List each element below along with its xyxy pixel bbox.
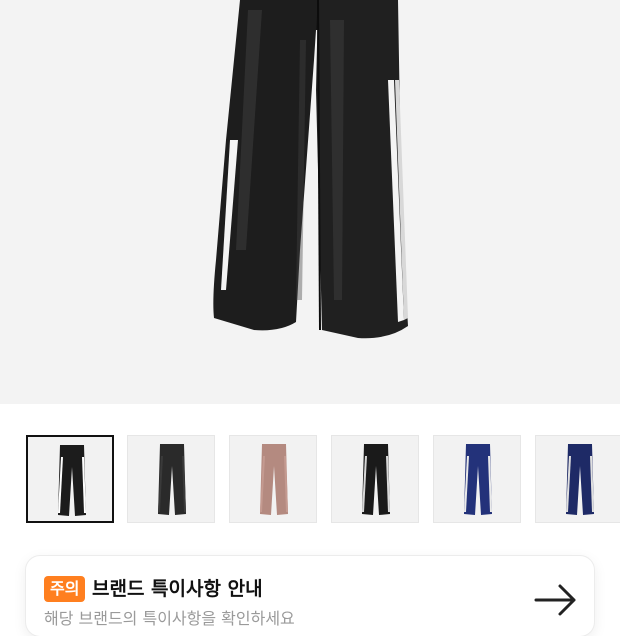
gallery-thumbnail-1[interactable] xyxy=(26,435,114,523)
navy-track-pants-2-thumbnail-image xyxy=(566,444,594,515)
pink-track-pants-thumbnail-image xyxy=(260,444,288,515)
notice-subtitle: 해당 브랜드의 특이사항을 확인하세요 xyxy=(44,609,295,628)
gallery-thumbnail-4[interactable] xyxy=(331,435,419,523)
gallery-thumbnail-2[interactable] xyxy=(127,435,215,523)
arrow-right-icon[interactable] xyxy=(534,582,578,618)
product-main-image[interactable] xyxy=(0,0,620,404)
gallery-thumbnail-6[interactable] xyxy=(535,435,620,523)
warning-badge: 주의 xyxy=(44,576,86,602)
track-pants-illustration xyxy=(213,0,408,339)
brand-notice-card[interactable]: 주의 브랜드 특이사항 안내 해당 브랜드의 특이사항을 확인하세요 xyxy=(26,556,594,636)
black-track-pants-grey-stripe-thumbnail-image xyxy=(362,444,390,515)
gallery-thumbnail-5[interactable] xyxy=(433,435,521,523)
black-track-pants-thumbnail-image xyxy=(158,444,186,515)
navy-track-pants-thumbnail-image xyxy=(464,444,492,515)
thumbnail-gallery xyxy=(0,435,620,525)
notice-title: 브랜드 특이사항 안내 xyxy=(92,578,263,600)
black-track-pants-white-stripe-thumbnail-image xyxy=(58,445,86,516)
gallery-thumbnail-3[interactable] xyxy=(229,435,317,523)
